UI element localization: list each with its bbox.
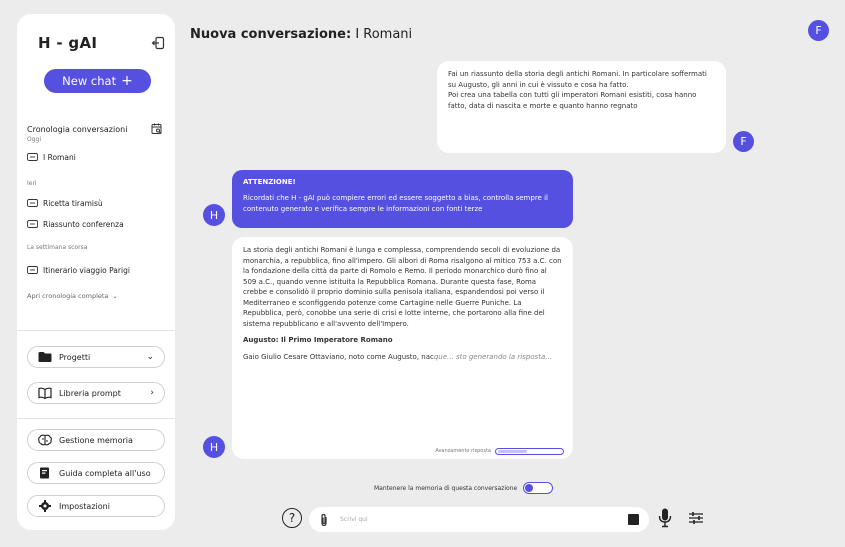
sidebar-item-i-romani[interactable]: I Romani <box>27 153 76 162</box>
brand-title: H - gAI <box>38 34 98 52</box>
page-title: Nuova conversazione: I Romani <box>190 27 412 42</box>
guide-button[interactable]: Guida completa all'uso <box>27 462 165 484</box>
chevron-right-icon: › <box>150 388 154 398</box>
open-history-link[interactable]: Apri cronologia completa ⌄ <box>27 292 118 300</box>
sidebar-item-riassunto-conferenza[interactable]: Riassunto conferenza <box>27 220 124 229</box>
guide-book-icon <box>40 467 49 479</box>
memory-management-label: Gestione memoria <box>59 435 133 445</box>
projects-label: Progetti <box>59 352 91 362</box>
user-message-text: Fai un riassunto della storia degli anti… <box>448 70 707 89</box>
chat-bubble-icon <box>27 153 38 161</box>
reply-text: Gaio Giulio Cesare Ottaviano, noto come … <box>243 352 434 361</box>
warning-title: ATTENZIONE! <box>243 178 296 186</box>
prompt-library-label: Libreria prompt <box>59 388 121 398</box>
reply-heading: Augusto: Il Primo Imperatore Romano <box>243 336 393 344</box>
gear-icon <box>39 500 51 512</box>
chat-bubble-icon <box>27 266 38 274</box>
progress-label: Avanzamento risposta <box>435 447 491 454</box>
group-label-yesterday: Ieri <box>27 180 37 187</box>
chevron-down-icon: ⌄ <box>112 292 118 300</box>
settings-label: Impostazioni <box>59 501 110 511</box>
progress-fill <box>498 449 527 453</box>
settings-button[interactable]: Impostazioni <box>27 495 165 517</box>
bot-reply: La storia degli antichi Romani è lunga e… <box>232 237 573 459</box>
divider <box>17 330 175 331</box>
plus-icon: + <box>121 73 133 89</box>
user-message-avatar: F <box>733 131 754 152</box>
page-title-prefix: Nuova conversazione: <box>190 27 352 42</box>
paperclip-icon[interactable] <box>319 513 329 527</box>
chat-bubble-icon <box>27 220 38 228</box>
progress-bar <box>495 447 564 455</box>
chat-bubble-icon <box>27 199 38 207</box>
new-chat-button[interactable]: New chat + <box>44 69 151 93</box>
reply-paragraph-streaming: Gaio Giulio Cesare Ottaviano, noto come … <box>243 352 562 363</box>
sidebar-item-label: Riassunto conferenza <box>43 220 124 229</box>
book-icon <box>38 387 52 399</box>
memory-management-button[interactable]: Gestione memoria <box>27 429 165 451</box>
warning-text: Ricordati che H - gAI può compiere error… <box>243 194 548 214</box>
user-avatar[interactable]: F <box>808 20 829 41</box>
stop-icon[interactable] <box>628 514 639 525</box>
bot-avatar: H <box>203 436 225 458</box>
brain-icon <box>38 434 52 446</box>
memory-toggle-row: Mantenere la memoria di questa conversaz… <box>374 482 554 494</box>
logout-icon[interactable] <box>151 36 165 50</box>
sidebar: H - gAI New chat + Cronologia conversazi… <box>17 14 175 530</box>
warning-banner: ATTENZIONE! Ricordati che H - gAI può co… <box>232 170 573 228</box>
message-input-bar <box>309 507 649 532</box>
generating-text: que... sto generando la risposta... <box>433 352 552 361</box>
bot-avatar: H <box>203 204 225 226</box>
memory-toggle-label: Mantenere la memoria di questa conversaz… <box>374 484 518 492</box>
sidebar-item-label: I Romani <box>43 153 76 162</box>
sliders-icon[interactable] <box>688 511 704 525</box>
group-label-last-week: La settimana scorsa <box>27 244 88 251</box>
help-icon[interactable]: ? <box>282 508 302 528</box>
new-chat-label: New chat <box>62 74 117 88</box>
history-title: Cronologia conversazioni <box>27 125 128 134</box>
user-message-text-2: Poi crea una tabella con tutti gli imper… <box>448 91 697 110</box>
toggle-knob <box>525 484 534 492</box>
page-title-topic: I Romani <box>355 27 413 42</box>
sidebar-item-itinerario-parigi[interactable]: Itinerario viaggio Parigi <box>27 266 130 275</box>
calendar-search-icon[interactable] <box>151 123 163 135</box>
chevron-down-icon: ⌄ <box>146 352 154 362</box>
divider <box>17 418 175 419</box>
projects-button[interactable]: Progetti ⌄ <box>27 346 165 368</box>
sidebar-item-label: Itinerario viaggio Parigi <box>43 266 130 275</box>
open-history-label: Apri cronologia completa <box>27 292 109 300</box>
message-input[interactable] <box>340 516 628 523</box>
folder-icon <box>38 352 52 362</box>
reply-paragraph: La storia degli antichi Romani è lunga e… <box>243 246 562 328</box>
response-progress: Avanzamento risposta <box>435 448 564 456</box>
sidebar-item-ricetta-tiramisu[interactable]: Ricetta tiramisù <box>27 199 103 208</box>
user-message: Fai un riassunto della storia degli anti… <box>437 61 726 153</box>
guide-label: Guida completa all'uso <box>59 468 151 478</box>
sidebar-item-label: Ricetta tiramisù <box>43 199 103 208</box>
group-label-today: Oggi <box>27 136 42 143</box>
microphone-icon[interactable] <box>658 508 672 528</box>
memory-toggle[interactable] <box>523 482 554 494</box>
prompt-library-button[interactable]: Libreria prompt › <box>27 382 165 404</box>
